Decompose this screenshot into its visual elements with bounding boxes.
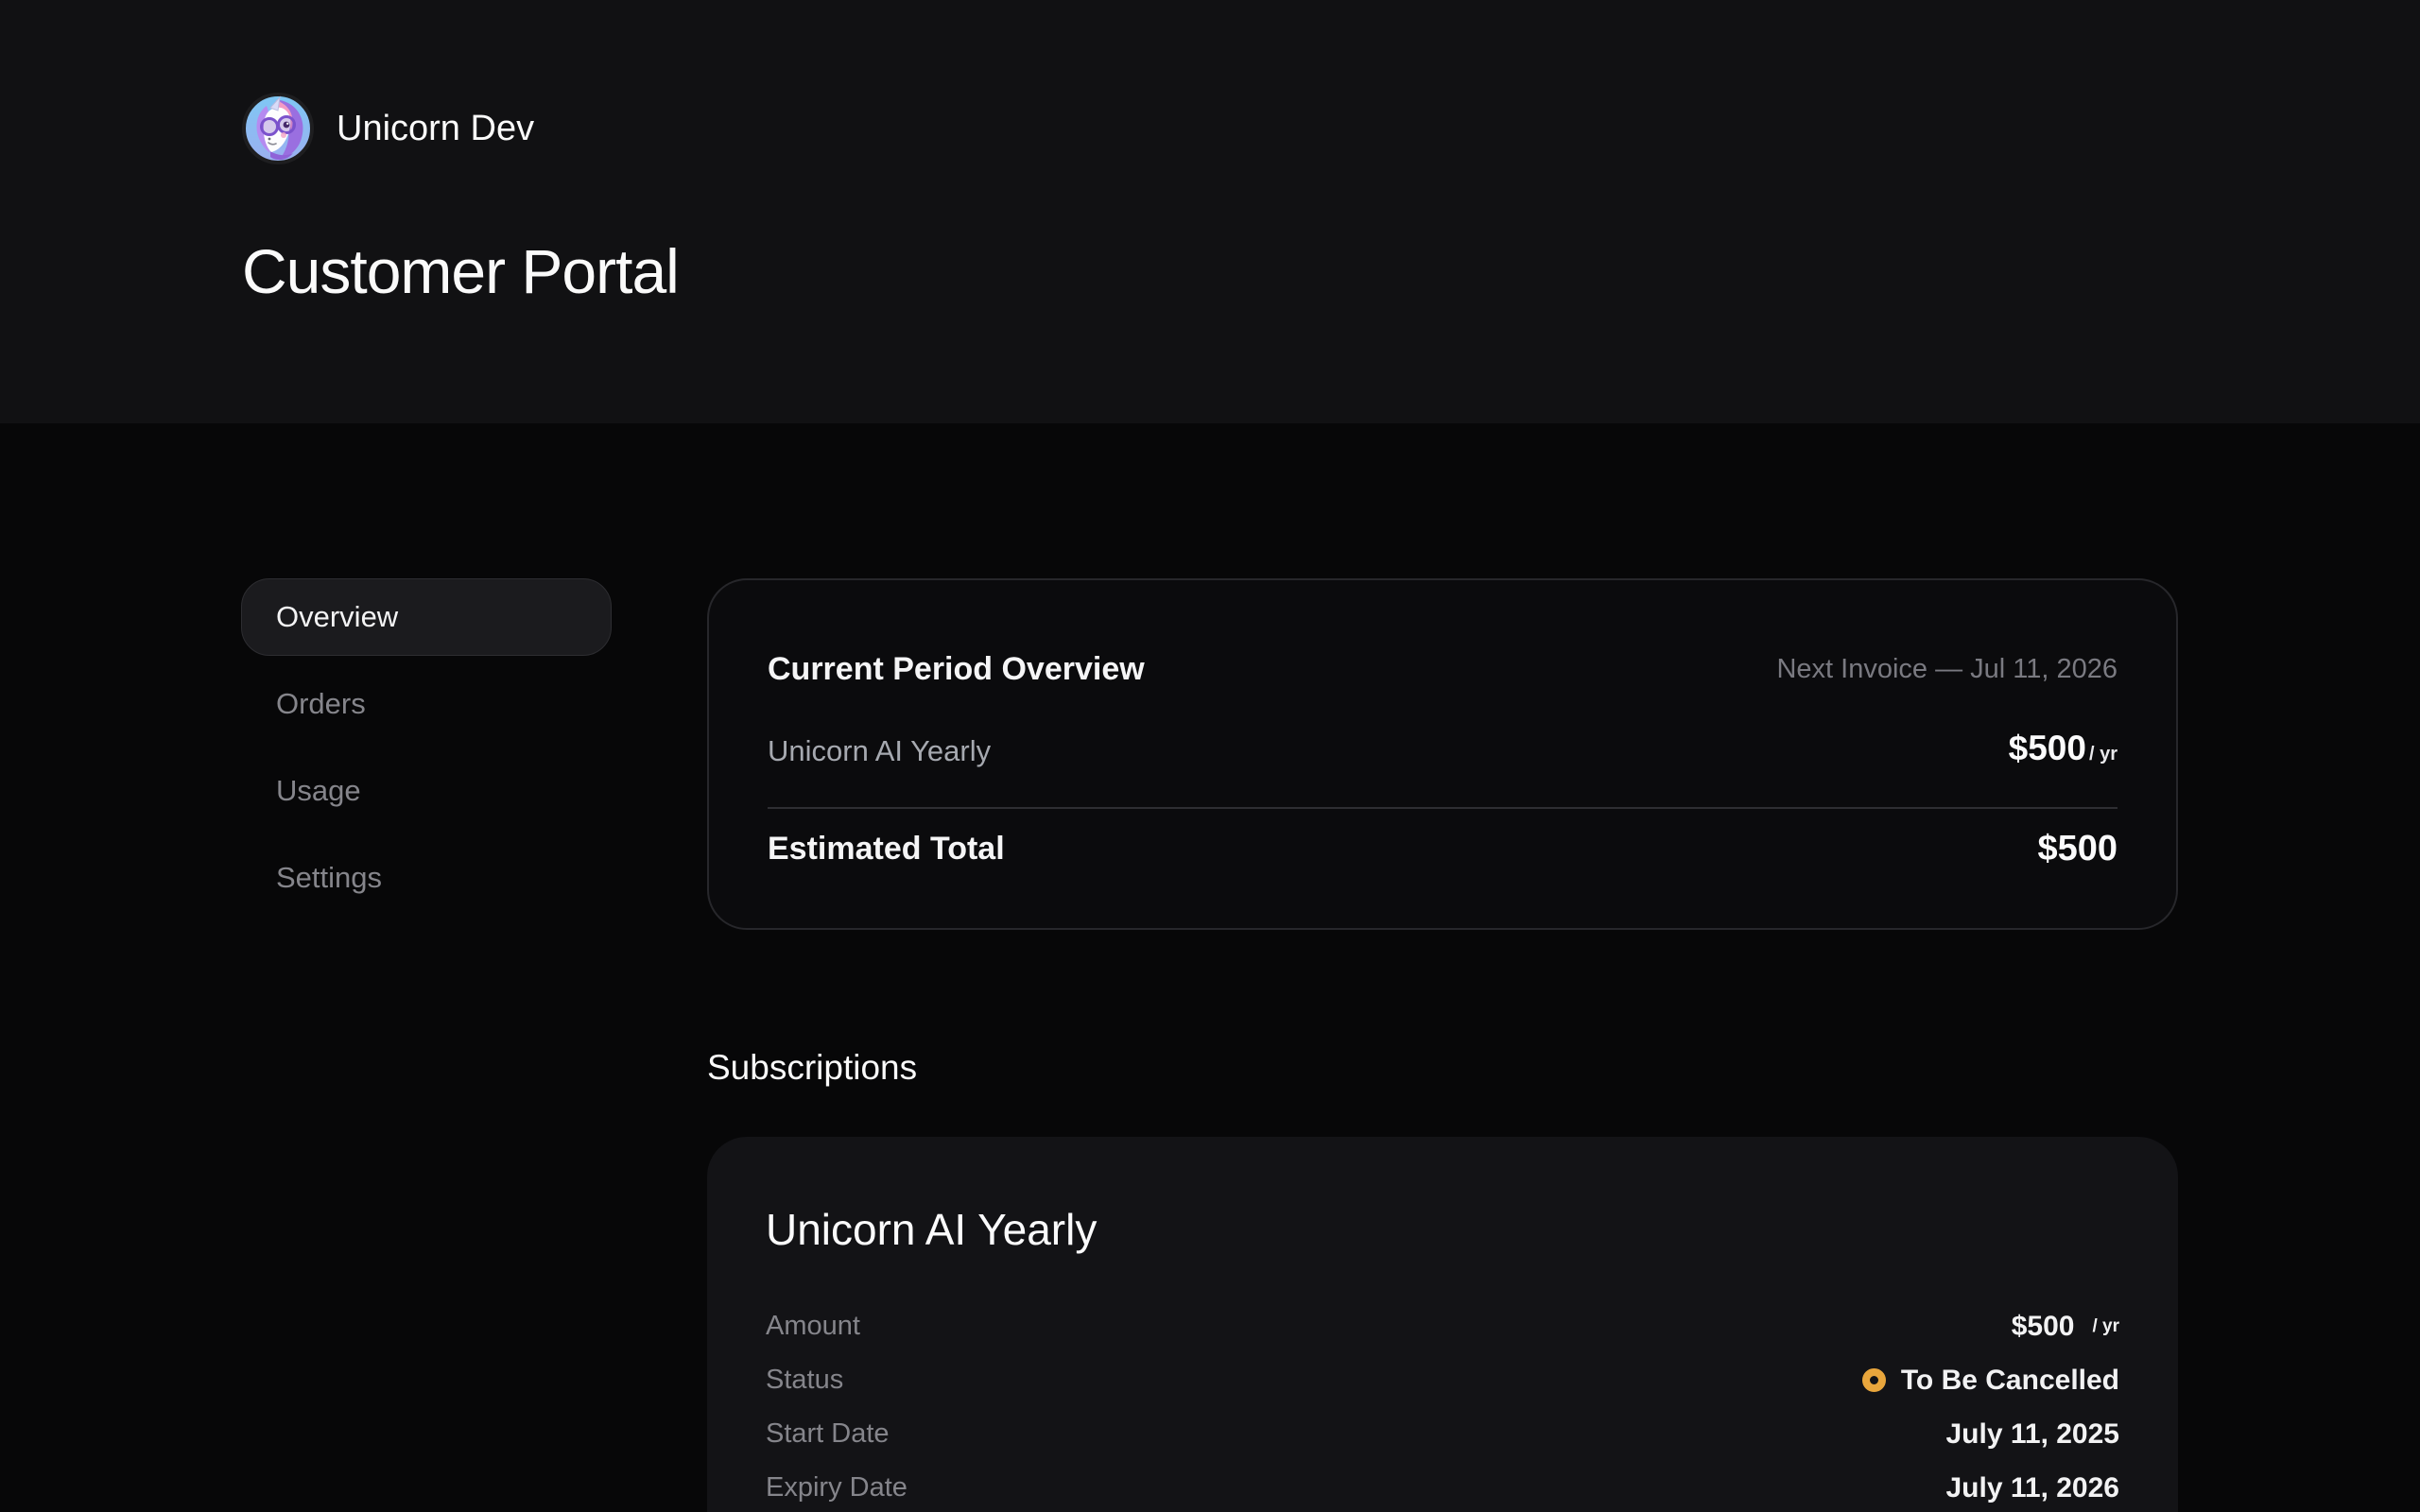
subscription-row-start-date: Start Date July 11, 2025 xyxy=(766,1407,2119,1461)
line-item-row: Unicorn AI Yearly $500 / yr xyxy=(768,726,2118,777)
header: Unicorn Dev Customer Portal xyxy=(0,0,2420,423)
row-value: To Be Cancelled xyxy=(1862,1365,2119,1397)
price-amount: $500 xyxy=(2009,726,2086,771)
row-value: July 11, 2026 xyxy=(1946,1472,2120,1504)
amount-period: / yr xyxy=(2092,1316,2119,1337)
main-area: Overview Orders Usage Settings Current P… xyxy=(0,423,2420,1512)
account-row: Unicorn Dev xyxy=(242,0,2420,164)
status-warning-ring-icon xyxy=(1862,1368,1886,1392)
estimated-total-value: $500 xyxy=(2037,826,2118,871)
status-badge: To Be Cancelled xyxy=(1901,1365,2119,1397)
sidebar-item-orders[interactable]: Orders xyxy=(241,665,612,743)
sidebar-item-label: Orders xyxy=(276,687,366,721)
amount-value: $500 xyxy=(2012,1311,2075,1343)
subscription-row-amount: Amount $500 / yr xyxy=(766,1299,2119,1353)
page-title: Customer Portal xyxy=(242,164,2420,304)
current-period-title: Current Period Overview xyxy=(768,646,1145,692)
current-period-card-header: Current Period Overview Next Invoice — J… xyxy=(768,646,2118,692)
estimated-total-row: Estimated Total $500 xyxy=(768,826,2118,871)
row-value: $500 / yr xyxy=(2012,1311,2119,1343)
unicorn-avatar-icon xyxy=(242,93,314,164)
row-label: Expiry Date xyxy=(766,1472,908,1503)
row-label: Start Date xyxy=(766,1418,890,1450)
sidebar-item-usage[interactable]: Usage xyxy=(241,752,612,830)
content-column: Current Period Overview Next Invoice — J… xyxy=(707,578,2178,1512)
sidebar-item-label: Usage xyxy=(276,774,361,808)
sidebar-item-label: Settings xyxy=(276,861,382,895)
subscription-row-status: Status To Be Cancelled xyxy=(766,1353,2119,1407)
price-period: / yr xyxy=(2089,731,2118,777)
row-value: July 11, 2025 xyxy=(1946,1418,2120,1451)
subscription-card: Unicorn AI Yearly Amount $500 / yr Status… xyxy=(707,1137,2178,1512)
next-invoice-label: Next Invoice — Jul 11, 2026 xyxy=(1776,646,2118,692)
subscriptions-heading: Subscriptions xyxy=(707,1045,2178,1091)
current-period-card: Current Period Overview Next Invoice — J… xyxy=(707,578,2178,930)
row-label: Amount xyxy=(766,1311,860,1342)
card-divider xyxy=(768,807,2118,809)
row-label: Status xyxy=(766,1365,843,1396)
sidebar-item-settings[interactable]: Settings xyxy=(241,839,612,917)
account-name: Unicorn Dev xyxy=(337,109,534,149)
line-item-name: Unicorn AI Yearly xyxy=(768,729,991,774)
sidebar-item-overview[interactable]: Overview xyxy=(241,578,612,656)
subscription-row-expiry-date: Expiry Date July 11, 2026 xyxy=(766,1461,2119,1512)
sidebar-nav: Overview Orders Usage Settings xyxy=(241,578,612,1512)
sidebar-item-label: Overview xyxy=(276,600,398,634)
subscription-detail-rows: Amount $500 / yr Status To Be Cancelled xyxy=(766,1299,2119,1512)
line-item-price: $500 / yr xyxy=(2009,726,2118,777)
subscription-title: Unicorn AI Yearly xyxy=(766,1201,2119,1258)
estimated-total-label: Estimated Total xyxy=(768,826,1005,871)
customer-portal-app: Unicorn Dev Customer Portal Overview Ord… xyxy=(0,0,2420,1512)
